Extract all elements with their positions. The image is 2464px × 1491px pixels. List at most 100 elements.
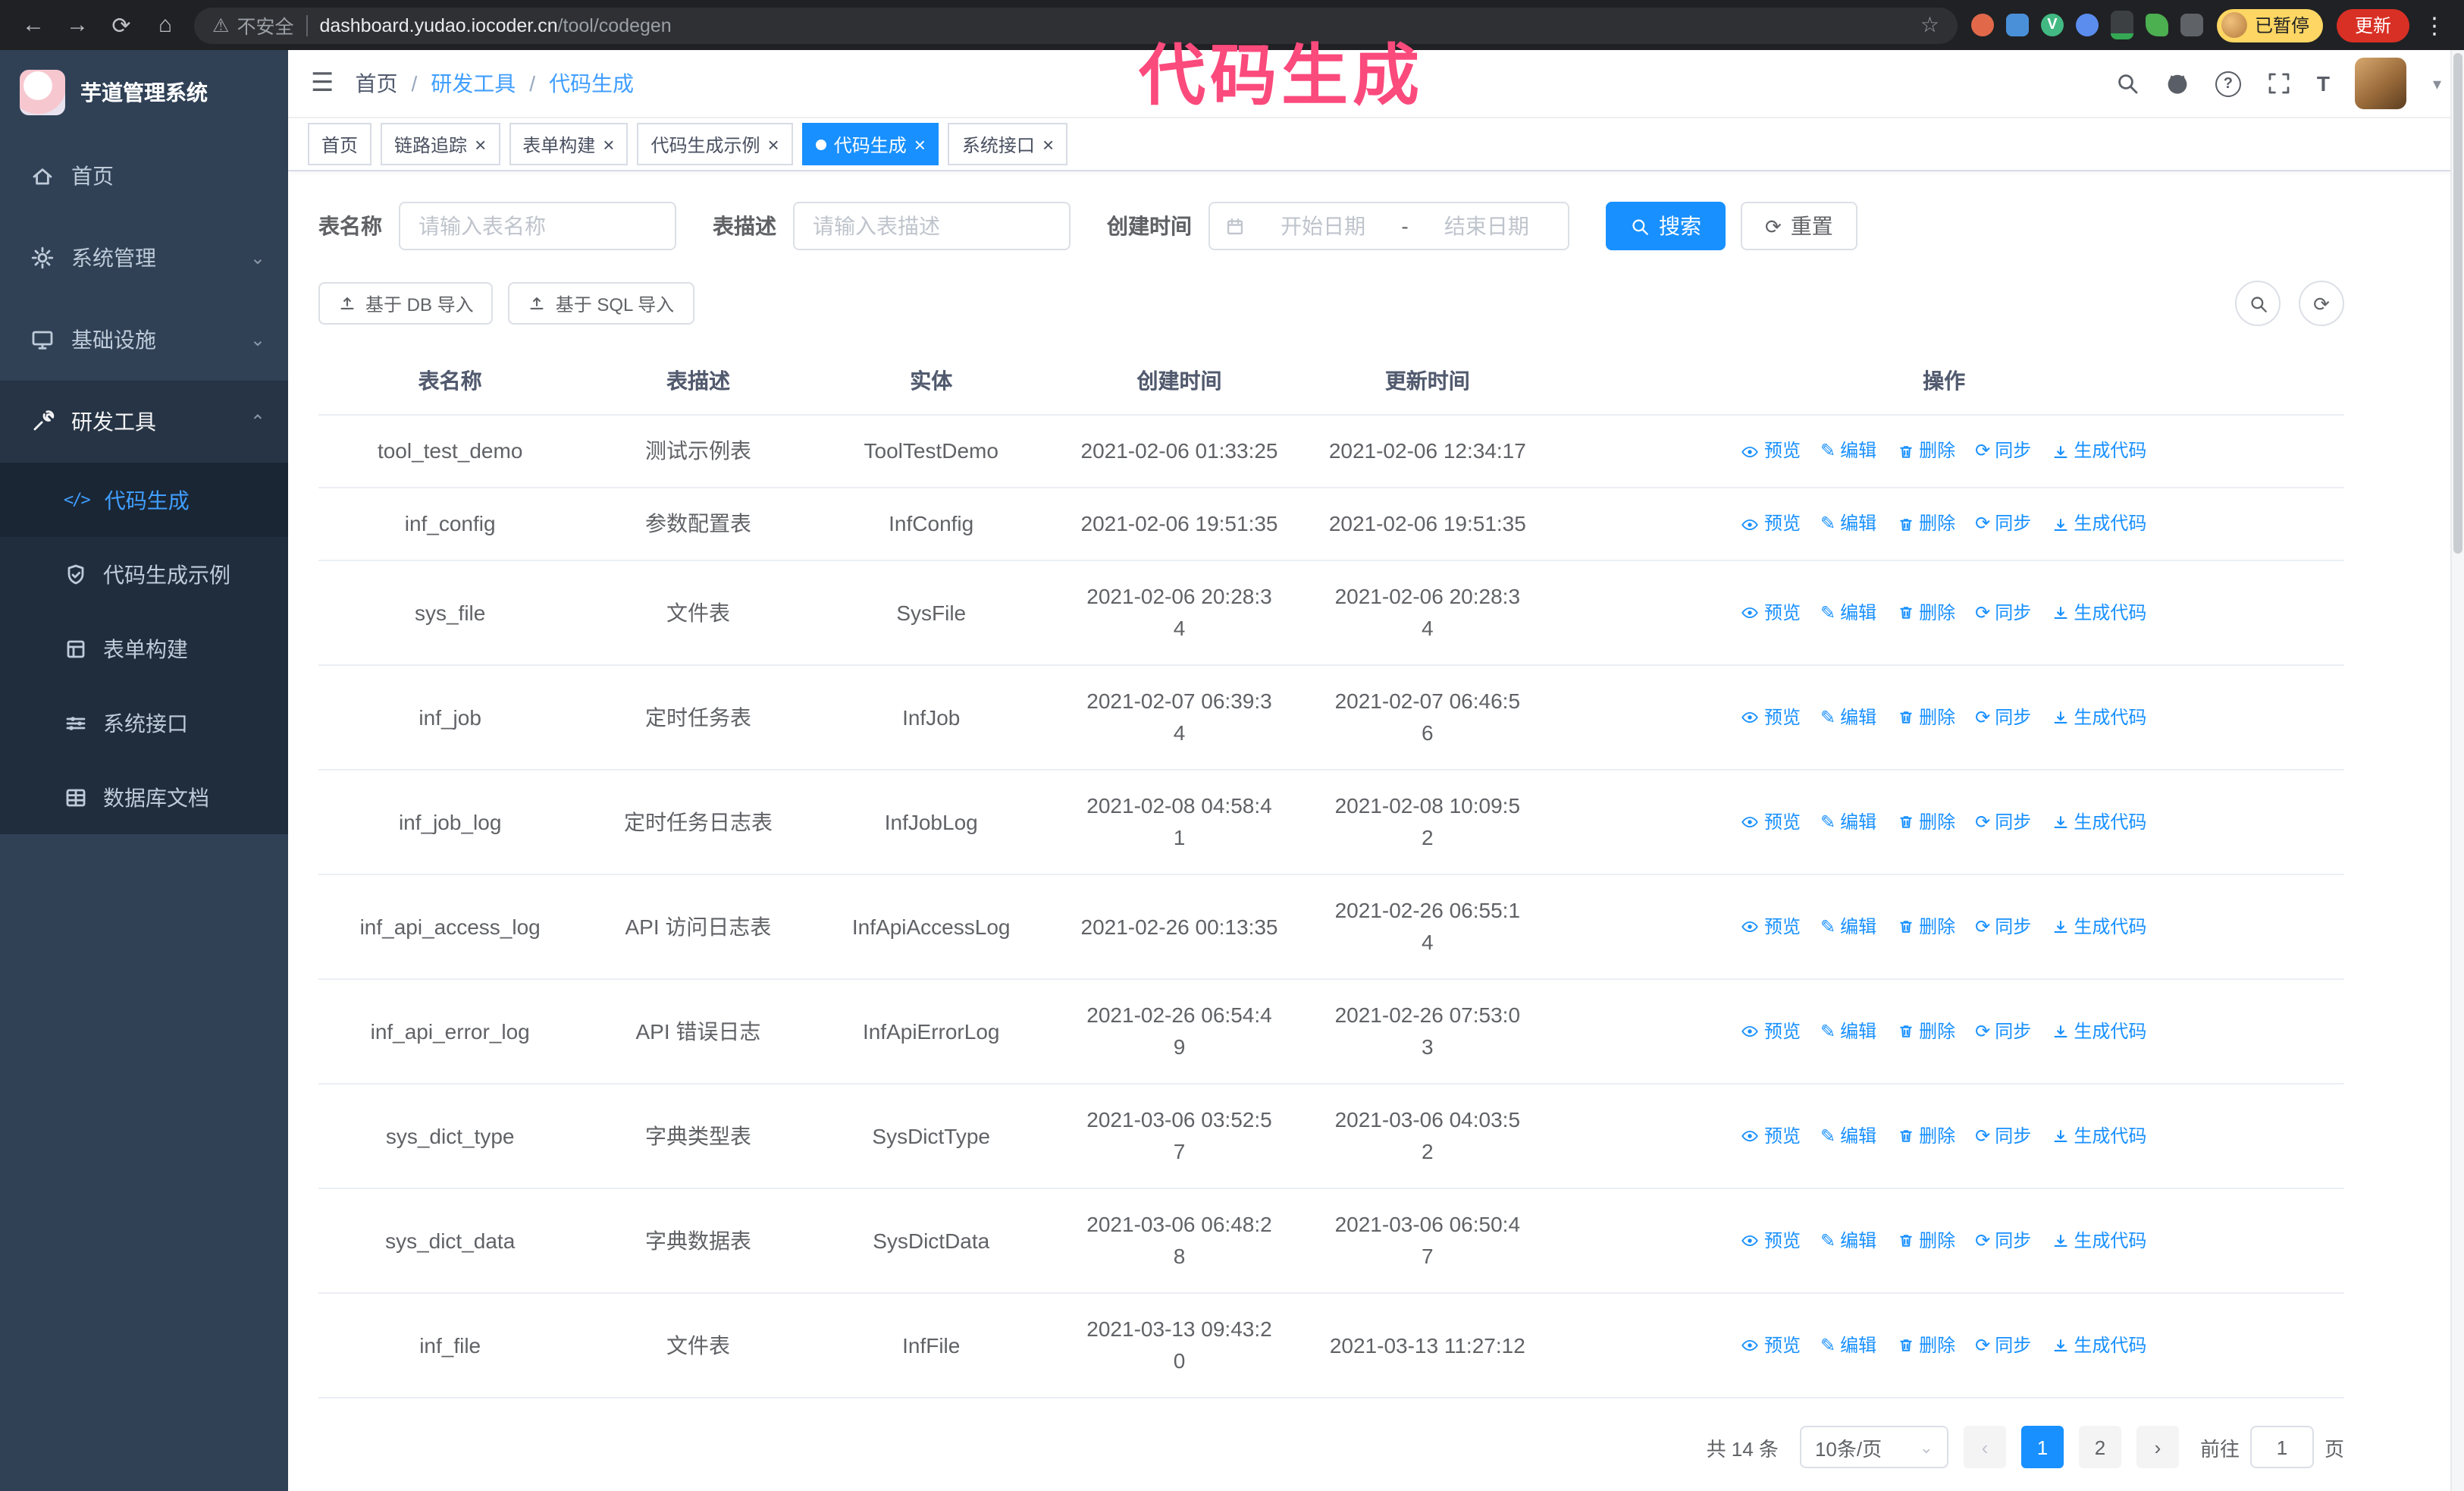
generate-code-link[interactable]: 生成代码 bbox=[2051, 597, 2146, 629]
sidebar-item-system-api[interactable]: 系统接口 bbox=[0, 686, 288, 760]
extension-icon-5[interactable] bbox=[2110, 11, 2133, 39]
table-desc-input[interactable] bbox=[793, 202, 1071, 250]
edit-link[interactable]: ✎ 编辑 bbox=[1820, 1225, 1876, 1257]
edit-link[interactable]: ✎ 编辑 bbox=[1820, 435, 1876, 467]
preview-link[interactable]: 预览 bbox=[1741, 597, 1801, 629]
breadcrumb-dev-tools[interactable]: 研发工具 bbox=[431, 68, 516, 99]
sync-link[interactable]: ⟳ 同步 bbox=[1975, 1329, 2031, 1361]
breadcrumb-home[interactable]: 首页 bbox=[356, 68, 398, 99]
preview-link[interactable]: 预览 bbox=[1741, 508, 1801, 540]
sync-link[interactable]: ⟳ 同步 bbox=[1975, 1015, 2031, 1047]
delete-link[interactable]: 删除 bbox=[1896, 1120, 1955, 1152]
scrollbar-thumb[interactable] bbox=[2453, 53, 2462, 554]
next-page-button[interactable]: › bbox=[2136, 1426, 2179, 1468]
toggle-search-button[interactable] bbox=[2235, 281, 2281, 326]
tag-codegen[interactable]: 代码生成 × bbox=[801, 123, 939, 165]
sidebar-item-codegen[interactable]: </> 代码生成 bbox=[0, 463, 288, 537]
prev-page-button[interactable]: ‹ bbox=[1963, 1426, 2006, 1468]
delete-link[interactable]: 删除 bbox=[1896, 508, 1955, 540]
github-icon[interactable] bbox=[2165, 71, 2190, 96]
edit-link[interactable]: ✎ 编辑 bbox=[1820, 702, 1876, 733]
close-icon[interactable]: × bbox=[768, 134, 779, 154]
import-sql-button[interactable]: 基于 SQL 导入 bbox=[508, 282, 694, 325]
browser-forward-button[interactable]: → bbox=[62, 12, 92, 38]
browser-profile-paused-badge[interactable]: 已暂停 bbox=[2216, 8, 2323, 42]
extension-icon-6[interactable] bbox=[2145, 14, 2168, 36]
sidebar-item-home[interactable]: 首页 bbox=[0, 135, 288, 217]
sync-link[interactable]: ⟳ 同步 bbox=[1975, 435, 2031, 467]
tag-system-api[interactable]: 系统接口 × bbox=[948, 123, 1068, 165]
preview-link[interactable]: 预览 bbox=[1741, 1329, 1801, 1361]
edit-link[interactable]: ✎ 编辑 bbox=[1820, 1120, 1876, 1152]
generate-code-link[interactable]: 生成代码 bbox=[2051, 508, 2146, 540]
import-db-button[interactable]: 基于 DB 导入 bbox=[318, 282, 494, 325]
sidebar-item-system[interactable]: 系统管理 ⌄ bbox=[0, 217, 288, 299]
generate-code-link[interactable]: 生成代码 bbox=[2051, 435, 2146, 467]
sidebar-item-codegen-example[interactable]: 代码生成示例 bbox=[0, 537, 288, 611]
close-icon[interactable]: × bbox=[475, 134, 486, 154]
sync-link[interactable]: ⟳ 同步 bbox=[1975, 1225, 2031, 1257]
fullscreen-icon[interactable] bbox=[2267, 71, 2291, 96]
generate-code-link[interactable]: 生成代码 bbox=[2051, 911, 2146, 943]
sync-link[interactable]: ⟳ 同步 bbox=[1975, 1120, 2031, 1152]
edit-link[interactable]: ✎ 编辑 bbox=[1820, 806, 1876, 838]
extension-icon-1[interactable] bbox=[1970, 14, 1994, 36]
user-avatar[interactable] bbox=[2355, 58, 2407, 109]
tag-codegen-example[interactable]: 代码生成示例 × bbox=[637, 123, 793, 165]
edit-link[interactable]: ✎ 编辑 bbox=[1820, 911, 1876, 943]
sidebar-item-dev-tools[interactable]: 研发工具 ⌃ bbox=[0, 381, 288, 463]
generate-code-link[interactable]: 生成代码 bbox=[2051, 1120, 2146, 1152]
preview-link[interactable]: 预览 bbox=[1741, 702, 1801, 733]
date-range-picker[interactable]: 开始日期 - 结束日期 bbox=[1208, 202, 1569, 250]
preview-link[interactable]: 预览 bbox=[1741, 435, 1801, 467]
preview-link[interactable]: 预览 bbox=[1741, 806, 1801, 838]
page-button-1[interactable]: 1 bbox=[2020, 1426, 2064, 1468]
page-size-select[interactable]: 10条/页 ⌄ bbox=[1799, 1426, 1948, 1468]
edit-link[interactable]: ✎ 编辑 bbox=[1820, 1329, 1876, 1361]
sync-link[interactable]: ⟳ 同步 bbox=[1975, 597, 2031, 629]
help-icon[interactable]: ? bbox=[2215, 71, 2241, 96]
extension-icon-2[interactable] bbox=[2005, 14, 2029, 36]
reset-button[interactable]: ⟳ 重置 bbox=[1741, 202, 1857, 250]
preview-link[interactable]: 预览 bbox=[1741, 1225, 1801, 1257]
tag-form-builder[interactable]: 表单构建 × bbox=[509, 123, 629, 165]
sidebar-toggle-icon[interactable]: ☰ bbox=[311, 68, 334, 99]
edit-link[interactable]: ✎ 编辑 bbox=[1820, 597, 1876, 629]
address-bar[interactable]: ⚠ 不安全 dashboard.yudao.iocoder.cn/tool/co… bbox=[194, 7, 1958, 43]
sync-link[interactable]: ⟳ 同步 bbox=[1975, 508, 2031, 540]
preview-link[interactable]: 预览 bbox=[1741, 1015, 1801, 1047]
search-icon[interactable] bbox=[2115, 71, 2140, 96]
sidebar-item-form-builder[interactable]: 表单构建 bbox=[0, 611, 288, 686]
delete-link[interactable]: 删除 bbox=[1896, 911, 1955, 943]
tag-home[interactable]: 首页 bbox=[308, 123, 372, 165]
delete-link[interactable]: 删除 bbox=[1896, 1329, 1955, 1361]
close-icon[interactable]: × bbox=[603, 134, 614, 154]
browser-home-button[interactable]: ⌂ bbox=[150, 12, 180, 38]
delete-link[interactable]: 删除 bbox=[1896, 597, 1955, 629]
generate-code-link[interactable]: 生成代码 bbox=[2051, 1329, 2146, 1361]
sidebar-item-db-docs[interactable]: 数据库文档 bbox=[0, 760, 288, 834]
tag-trace[interactable]: 链路追踪 × bbox=[381, 123, 500, 165]
font-size-icon[interactable]: T bbox=[2317, 71, 2330, 96]
browser-back-button[interactable]: ← bbox=[18, 12, 49, 38]
bookmark-star-icon[interactable]: ☆ bbox=[1920, 12, 1939, 38]
delete-link[interactable]: 删除 bbox=[1896, 1225, 1955, 1257]
browser-menu-button[interactable]: ⋮ bbox=[2423, 11, 2446, 39]
edit-link[interactable]: ✎ 编辑 bbox=[1820, 1015, 1876, 1047]
edit-link[interactable]: ✎ 编辑 bbox=[1820, 508, 1876, 540]
sidebar-item-infrastructure[interactable]: 基础设施 ⌄ bbox=[0, 299, 288, 381]
sync-link[interactable]: ⟳ 同步 bbox=[1975, 911, 2031, 943]
close-icon[interactable]: × bbox=[1042, 134, 1054, 154]
browser-update-button[interactable]: 更新 bbox=[2336, 8, 2409, 42]
delete-link[interactable]: 删除 bbox=[1896, 806, 1955, 838]
sync-link[interactable]: ⟳ 同步 bbox=[1975, 702, 2031, 733]
extension-icon-4[interactable] bbox=[2075, 14, 2099, 36]
close-icon[interactable]: × bbox=[914, 134, 926, 154]
extension-icon-7[interactable] bbox=[2180, 14, 2203, 36]
generate-code-link[interactable]: 生成代码 bbox=[2051, 806, 2146, 838]
sync-link[interactable]: ⟳ 同步 bbox=[1975, 806, 2031, 838]
vue-devtools-extension-icon[interactable]: V bbox=[2040, 14, 2064, 36]
generate-code-link[interactable]: 生成代码 bbox=[2051, 1015, 2146, 1047]
avatar-caret-icon[interactable]: ▾ bbox=[2433, 74, 2441, 93]
delete-link[interactable]: 删除 bbox=[1896, 702, 1955, 733]
